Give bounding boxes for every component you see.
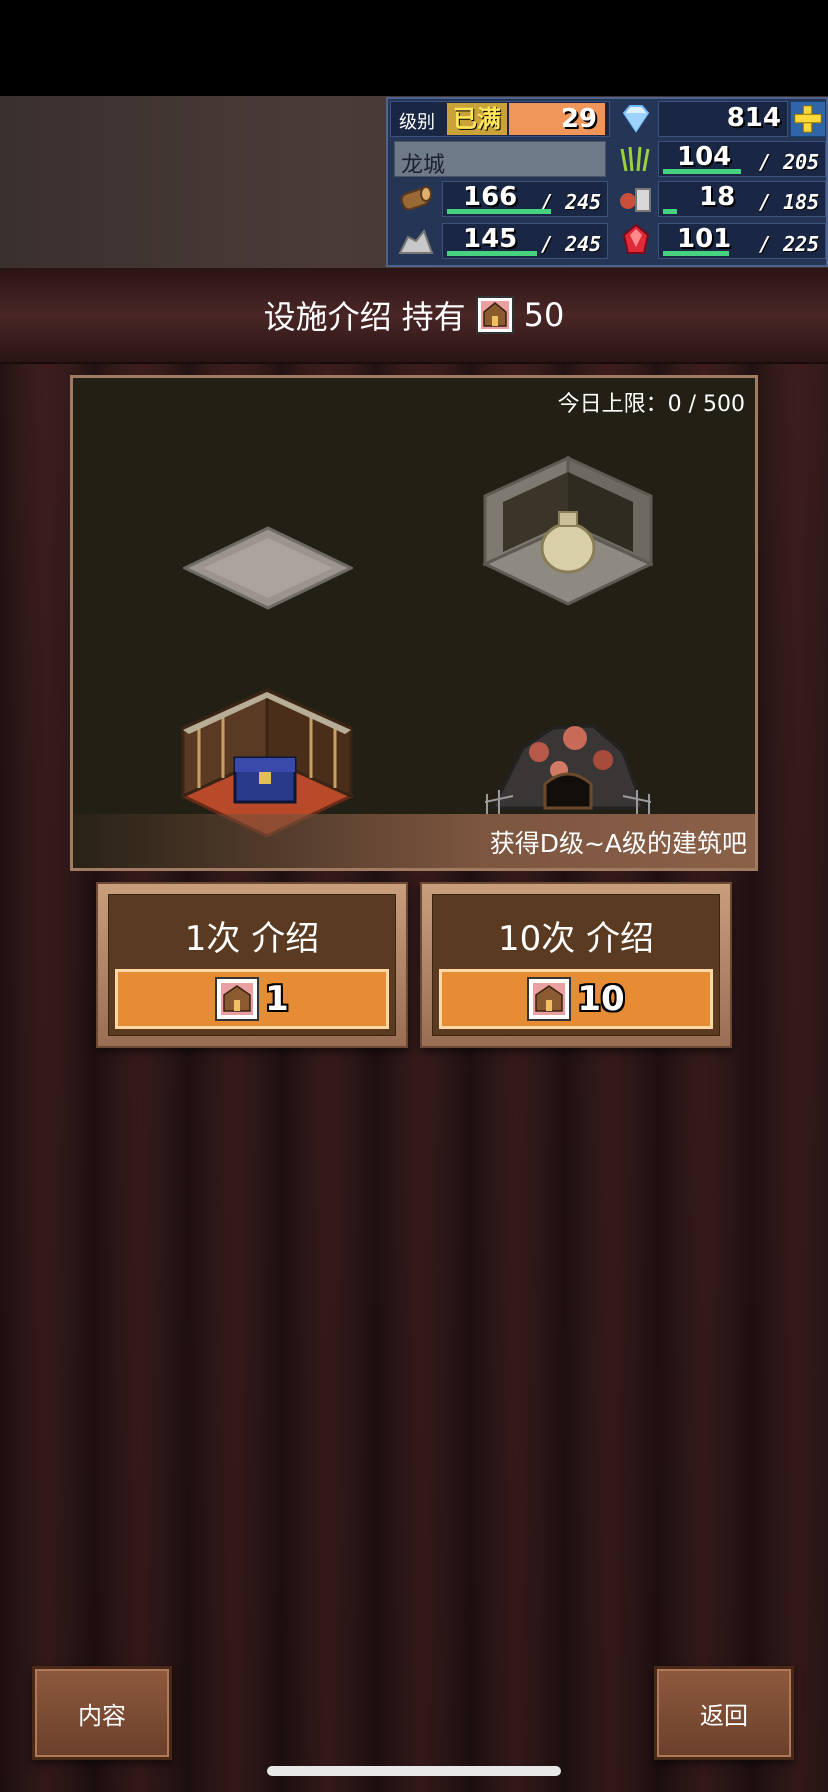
facility-ticket-icon bbox=[215, 977, 260, 1021]
grass-max-value: 205 bbox=[783, 150, 820, 174]
page-title: 设施介绍 持有 50 bbox=[0, 268, 828, 362]
food-max: / 185 bbox=[759, 190, 820, 214]
town-name-box: 龙城 bbox=[394, 141, 606, 178]
introduce-ten-cost-value: 10 bbox=[577, 979, 625, 1019]
ruby-icon bbox=[622, 223, 650, 254]
diamond-icon bbox=[622, 105, 650, 133]
level-label: 级别 bbox=[399, 112, 435, 133]
wood-bar bbox=[447, 209, 551, 214]
facility-ticket-icon bbox=[475, 296, 514, 334]
ruby-max: / 225 bbox=[759, 232, 820, 256]
grass-value: 104 bbox=[677, 142, 732, 172]
preview-caption: 获得D级~A级的建筑吧 bbox=[489, 829, 747, 858]
held-count: 50 bbox=[523, 296, 565, 334]
level-value: 29 bbox=[509, 103, 605, 135]
introduce-ten-button[interactable]: 10次 介绍 10 bbox=[420, 882, 732, 1048]
introduce-once-button[interactable]: 1次 介绍 1 bbox=[96, 882, 408, 1048]
introduce-once-panel: 1次 介绍 1 bbox=[108, 894, 396, 1036]
page-title-text: 设施介绍 bbox=[263, 298, 392, 336]
ore-bar bbox=[447, 251, 537, 256]
gem-count: 814 bbox=[726, 103, 781, 133]
held-label: 持有 bbox=[401, 298, 466, 336]
resource-food: 18 / 185 bbox=[658, 181, 826, 217]
food-value: 18 bbox=[699, 182, 736, 212]
details-button[interactable]: 内容 bbox=[32, 1666, 172, 1760]
level-state-badge: 已满 bbox=[447, 103, 507, 135]
wood-value: 166 bbox=[463, 182, 518, 212]
status-panel: 级别 已满 29 814 龙城 104 / 205 166 / 245 18 /… bbox=[386, 97, 828, 267]
facility-preview-panel: 今日上限：0 / 500 获得D级~A级的建筑吧 bbox=[70, 375, 758, 871]
ruby-value: 101 bbox=[677, 224, 732, 254]
resource-ore: 145 / 245 bbox=[442, 223, 608, 259]
ore-max-value: 245 bbox=[565, 232, 602, 256]
introduce-once-cost: 1 bbox=[115, 969, 389, 1029]
facility-ticket-icon bbox=[527, 977, 572, 1021]
resource-wood: 166 / 245 bbox=[442, 181, 608, 217]
daily-limit: 今日上限：0 / 500 bbox=[557, 392, 745, 417]
pottery-room-icon bbox=[483, 456, 653, 606]
back-button[interactable]: 返回 bbox=[654, 1666, 794, 1760]
ruby-bar bbox=[663, 251, 729, 256]
introduce-ten-label: 10次 介绍 bbox=[497, 918, 655, 959]
ore-icon bbox=[398, 228, 434, 254]
ticket-house-icon bbox=[533, 983, 566, 1015]
resource-ruby: 101 / 225 bbox=[658, 223, 826, 259]
introduce-once-cost-value: 1 bbox=[265, 979, 289, 1019]
ticket-house-icon bbox=[221, 983, 254, 1015]
grass-bar bbox=[663, 169, 741, 174]
food-icon bbox=[620, 188, 651, 212]
plus-icon bbox=[794, 105, 822, 133]
food-max-value: 185 bbox=[783, 190, 820, 214]
grass-max: / 205 bbox=[759, 150, 820, 174]
mine-icon bbox=[484, 724, 652, 818]
ore-value: 145 bbox=[463, 224, 518, 254]
stone-floor-icon bbox=[183, 526, 353, 610]
resource-grass: 104 / 205 bbox=[658, 141, 826, 177]
town-name: 龙城 bbox=[401, 153, 446, 178]
introduce-ten-panel: 10次 介绍 10 bbox=[432, 894, 720, 1036]
introduce-once-label: 1次 介绍 bbox=[184, 918, 320, 959]
ore-max: / 245 bbox=[541, 232, 602, 256]
wood-max-value: 245 bbox=[565, 190, 602, 214]
ruby-max-value: 225 bbox=[783, 232, 820, 256]
level-box: 级别 已满 29 bbox=[390, 101, 610, 137]
food-bar bbox=[663, 209, 677, 214]
wood-log-icon bbox=[400, 186, 432, 211]
add-gems-button[interactable] bbox=[790, 101, 826, 137]
grass-icon bbox=[620, 146, 650, 172]
page-header: 设施介绍 持有 50 bbox=[0, 268, 828, 364]
gem-box: 814 bbox=[658, 101, 788, 137]
home-indicator[interactable] bbox=[267, 1766, 561, 1776]
introduce-ten-cost: 10 bbox=[439, 969, 713, 1029]
